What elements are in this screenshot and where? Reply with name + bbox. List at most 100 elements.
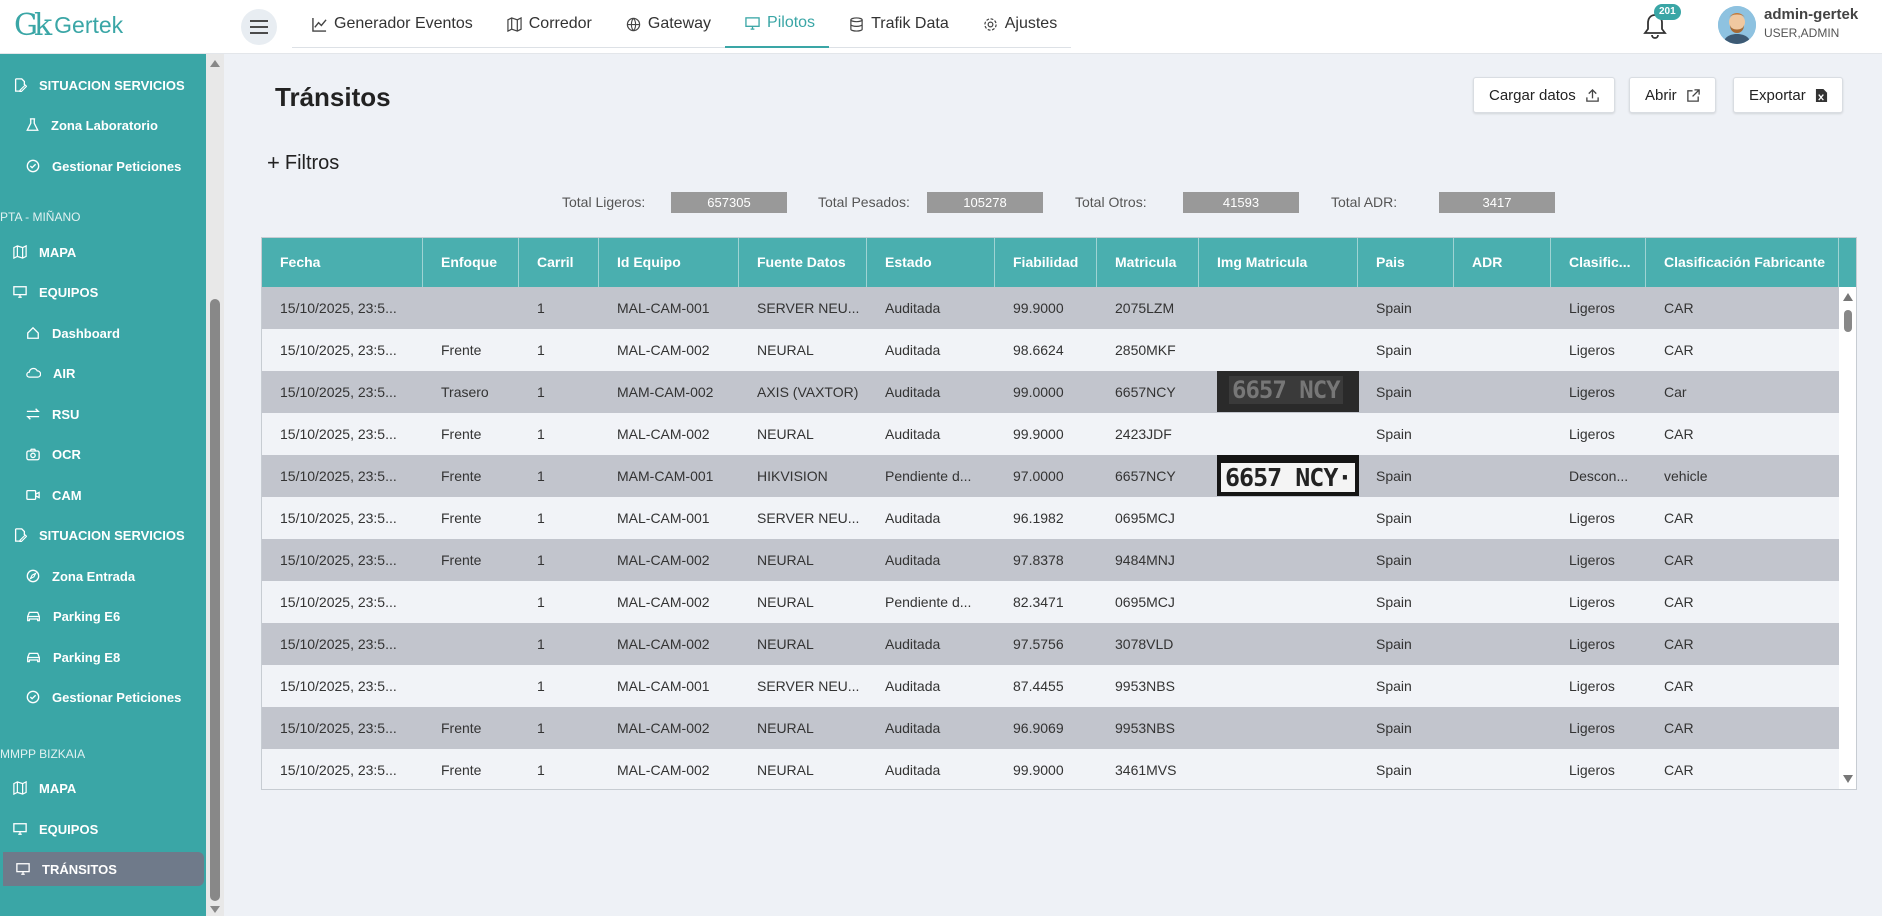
column-header-fecha[interactable]: Fecha xyxy=(262,238,423,287)
table-scroll-thumb[interactable] xyxy=(1844,310,1852,332)
nav-label: Ajustes xyxy=(1004,15,1058,32)
cell-enfoque: Frente xyxy=(441,426,482,442)
column-header-pais[interactable]: Pais xyxy=(1358,238,1454,287)
sidebar-item-zona-laboratorio[interactable]: Zona Laboratorio xyxy=(0,108,204,142)
column-header-id-equipo[interactable]: Id Equipo xyxy=(599,238,739,287)
column-header-adr[interactable]: ADR xyxy=(1454,238,1551,287)
cell-adr xyxy=(1454,623,1551,665)
table-row[interactable]: 15/10/2025, 23:5... Frente 1 MAL-CAM-002 NEU… xyxy=(262,707,1839,749)
sidebar-item-zona-entrada[interactable]: Zona Entrada xyxy=(0,559,204,593)
cell-carril: 1 xyxy=(537,468,545,484)
cell-matricula: 3461MVS xyxy=(1115,762,1177,778)
cell-matricula: 2423JDF xyxy=(1115,426,1172,442)
scroll-down-icon[interactable] xyxy=(210,906,220,913)
sidebar-item-rsu[interactable]: RSU xyxy=(0,397,204,431)
sidebar-item-label: MAPA xyxy=(39,780,77,796)
cell-id-equipo: MAL-CAM-001 xyxy=(617,678,710,694)
sidebar-item-gestionar-peticiones[interactable]: Gestionar Peticiones xyxy=(0,149,204,183)
column-header-clasificacion[interactable]: Clasific... xyxy=(1551,238,1646,287)
cell-fuente-datos: NEURAL xyxy=(757,552,814,568)
column-header-img-matricula[interactable]: Img Matricula xyxy=(1199,238,1358,287)
table-row[interactable]: 15/10/2025, 23:5... 1 MAL-CAM-002 NEURAL Aud… xyxy=(262,623,1839,665)
edit-doc-icon xyxy=(14,78,27,92)
plate-image-text: 6657 NCY xyxy=(1229,376,1343,404)
nav-ajustes[interactable]: Ajustes xyxy=(963,0,1071,48)
sidebar-item-air[interactable]: AIR xyxy=(0,356,204,390)
cell-matricula: 6657NCY xyxy=(1115,384,1176,400)
cell-fecha: 15/10/2025, 23:5... xyxy=(280,426,397,442)
cell-carril: 1 xyxy=(537,594,545,610)
cell-carril: 1 xyxy=(537,762,545,778)
nav-gateway[interactable]: Gateway xyxy=(606,0,725,48)
cell-estado: Pendiente d... xyxy=(885,594,972,610)
plate-image[interactable]: 6657 NCY xyxy=(1217,371,1359,412)
column-header-matricula[interactable]: Matricula xyxy=(1097,238,1199,287)
open-button[interactable]: Abrir xyxy=(1629,77,1716,113)
table-row[interactable]: 15/10/2025, 23:5... Frente 1 MAL-CAM-002 NEU… xyxy=(262,749,1839,789)
column-header-fiabilidad[interactable]: Fiabilidad xyxy=(995,238,1097,287)
cell-fecha: 15/10/2025, 23:5... xyxy=(280,384,397,400)
sidebar-item-label: CAM xyxy=(52,487,82,503)
sidebar-item-equipos-2[interactable]: EQUIPOS xyxy=(0,812,204,846)
button-label: Abrir xyxy=(1645,86,1677,104)
column-header-carril[interactable]: Carril xyxy=(519,238,599,287)
cell-enfoque xyxy=(423,665,519,707)
table-row[interactable]: 15/10/2025, 23:5... Frente 1 MAL-CAM-001 SER… xyxy=(262,497,1839,539)
avatar[interactable] xyxy=(1718,6,1756,44)
cell-adr xyxy=(1454,287,1551,329)
filters-toggle[interactable]: + Filtros xyxy=(267,150,339,176)
table-row[interactable]: 15/10/2025, 23:5... 1 MAL-CAM-001 SERVER NE… xyxy=(262,665,1839,707)
menu-toggle-button[interactable] xyxy=(241,9,277,45)
sidebar-item-transitos[interactable]: TRÁNSITOS xyxy=(3,852,204,886)
cell-pais: Spain xyxy=(1376,510,1412,526)
export-button[interactable]: Exportar xyxy=(1733,77,1843,113)
cell-estado: Auditada xyxy=(885,720,941,736)
cell-adr xyxy=(1454,371,1551,413)
table-row[interactable]: 15/10/2025, 23:5... 1 MAL-CAM-002 NEURAL Pen… xyxy=(262,581,1839,623)
sidebar-scroll-thumb[interactable] xyxy=(210,299,220,901)
nav-trafik-data[interactable]: Trafik Data xyxy=(829,0,963,48)
sidebar-item-ocr[interactable]: OCR xyxy=(0,437,204,471)
chart-line-icon xyxy=(312,17,327,32)
table-row[interactable]: 15/10/2025, 23:5... Frente 1 MAM-CAM-001 HIK… xyxy=(262,455,1839,497)
table-row[interactable]: 15/10/2025, 23:5... 1 MAL-CAM-001 SERVER NE… xyxy=(262,287,1839,329)
nav-pilotos[interactable]: Pilotos xyxy=(725,0,830,48)
sidebar-item-situacion-servicios[interactable]: SITUACION SERVICIOS xyxy=(0,68,204,102)
sidebar-item-equipos[interactable]: EQUIPOS xyxy=(0,275,204,309)
table-row[interactable]: 15/10/2025, 23:5... Trasero 1 MAM-CAM-002 AX… xyxy=(262,371,1839,413)
car-icon xyxy=(27,611,40,621)
sidebar-item-mapa[interactable]: MAPA xyxy=(0,235,204,269)
sidebar-item-situacion-servicios-2[interactable]: SITUACION SERVICIOS xyxy=(0,518,204,552)
column-header-enfoque[interactable]: Enfoque xyxy=(423,238,519,287)
sidebar: SITUACION SERVICIOS Zona Laboratorio Ges… xyxy=(0,54,206,916)
scroll-down-icon[interactable] xyxy=(1843,775,1853,783)
scroll-up-icon[interactable] xyxy=(1843,293,1853,301)
sidebar-item-parking-e8[interactable]: Parking E8 xyxy=(0,640,204,674)
nav-corredor[interactable]: Corredor xyxy=(487,0,606,48)
cell-id-equipo: MAL-CAM-001 xyxy=(617,510,710,526)
logo[interactable]: Gk Gertek xyxy=(14,8,123,43)
table-row[interactable]: 15/10/2025, 23:5... Frente 1 MAL-CAM-002 NEU… xyxy=(262,329,1839,371)
load-data-button[interactable]: Cargar datos xyxy=(1473,77,1615,113)
user-name[interactable]: admin-gertek xyxy=(1764,6,1858,23)
sidebar-scrollbar[interactable] xyxy=(206,54,224,916)
table-row[interactable]: 15/10/2025, 23:5... Frente 1 MAL-CAM-002 NEU… xyxy=(262,539,1839,581)
cell-pais: Spain xyxy=(1376,384,1412,400)
scroll-up-icon[interactable] xyxy=(210,60,220,67)
column-header-fuente-datos[interactable]: Fuente Datos xyxy=(739,238,867,287)
sidebar-item-cam[interactable]: CAM xyxy=(0,478,204,512)
sidebar-item-mapa-2[interactable]: MAPA xyxy=(0,771,204,805)
sidebar-item-dashboard[interactable]: Dashboard xyxy=(0,316,204,350)
sidebar-item-gestionar-peticiones-2[interactable]: Gestionar Peticiones xyxy=(0,680,204,714)
cell-fuente-datos: NEURAL xyxy=(757,720,814,736)
table-scrollbar[interactable] xyxy=(1839,287,1856,789)
column-header-clasificacion-fabricante[interactable]: Clasificación Fabricante xyxy=(1646,238,1839,287)
column-header-estado[interactable]: Estado xyxy=(867,238,995,287)
plate-image[interactable]: 6657 NCY· xyxy=(1217,455,1359,496)
cell-clasificacion-fabricante: CAR xyxy=(1664,762,1694,778)
cell-enfoque xyxy=(423,581,519,623)
nav-generador-eventos[interactable]: Generador Eventos xyxy=(292,0,487,48)
sidebar-item-parking-e6[interactable]: Parking E6 xyxy=(0,599,204,633)
table-row[interactable]: 15/10/2025, 23:5... Frente 1 MAL-CAM-002 NEU… xyxy=(262,413,1839,455)
hamburger-icon xyxy=(250,20,268,34)
